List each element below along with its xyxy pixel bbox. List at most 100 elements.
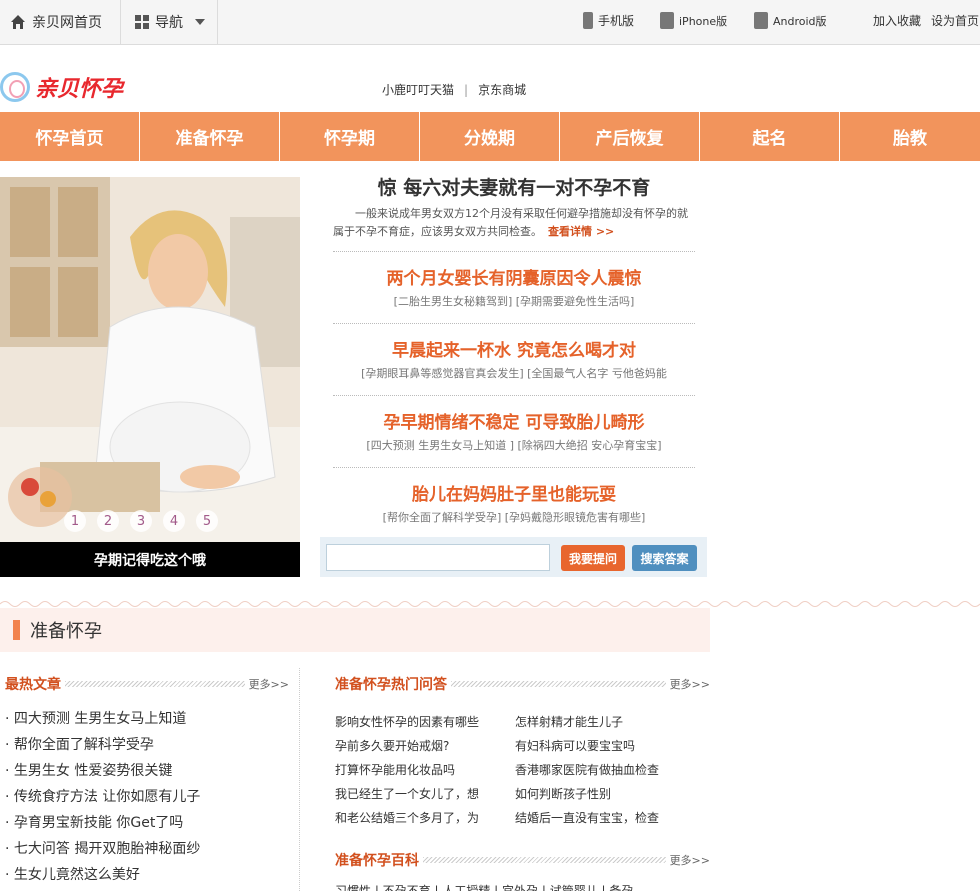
baike-more-link[interactable]: 更多>> [670, 852, 710, 868]
home-link-label: 亲贝网首页 [32, 15, 102, 31]
list-item-label: 生男生女 性爱姿势很关键 [13, 763, 173, 779]
nav-item-prenatal[interactable]: 胎教 [840, 112, 980, 161]
section-header: 准备怀孕 [0, 608, 710, 652]
news-sublinks[interactable]: [四大预测 生男生女马上知道 ] [除祸四大绝招 安心孕育宝宝] [333, 433, 695, 453]
header-rule [65, 681, 245, 687]
qa-link[interactable]: 香港哪家医院有做抽血检查 [515, 758, 710, 782]
hot-qa-more-link[interactable]: 更多>> [670, 676, 710, 692]
list-item[interactable]: · 孕育男宝新技能 你Get了吗 [0, 810, 299, 836]
list-item-label: 四大预测 生男生女马上知道 [13, 711, 187, 727]
hot-articles-title: 最热文章 [5, 677, 61, 693]
qa-link[interactable]: 影响女性怀孕的因素有哪些 [335, 710, 515, 734]
list-item[interactable]: · 七大问答 揭开双胞胎神秘面纱 [0, 836, 299, 862]
news-title[interactable]: 两个月女婴长有阴囊原因令人震惊 [333, 252, 695, 289]
baike-header: 准备怀孕百科 更多>> [335, 844, 710, 876]
nav-item-pregnancy-home[interactable]: 怀孕首页 [0, 112, 140, 161]
nav-item-pregnancy[interactable]: 怀孕期 [280, 112, 420, 161]
list-item[interactable]: · 四大预测 生男生女马上知道 [0, 706, 299, 732]
hot-articles: 最热文章 更多>> · 四大预测 生男生女马上知道 · 帮你全面了解科学受孕 ·… [0, 668, 300, 891]
news-title[interactable]: 胎儿在妈妈肚子里也能玩耍 [333, 468, 695, 505]
iphone-link[interactable]: iPhone版 [660, 12, 727, 29]
tmall-link[interactable]: 小鹿叮叮天猫 [382, 81, 454, 98]
slide-dot[interactable]: 1 [64, 510, 86, 532]
nav-item-postpartum[interactable]: 产后恢复 [560, 112, 700, 161]
list-item-label: 孕育男宝新技能 你Get了吗 [13, 815, 184, 831]
slide-dot[interactable]: 3 [130, 510, 152, 532]
baike-block: 准备怀孕百科 更多>> 习惯性 | 不孕不育 | 人工授精 | 宫外孕 | 试管… [335, 844, 710, 891]
apple-icon [660, 12, 674, 29]
news-sublinks[interactable]: [帮你全面了解科学受孕] [孕妈戴隐形眼镜危害有哪些] [333, 505, 695, 525]
qa-link[interactable]: 打算怀孕能用化妆品吗 [335, 758, 515, 782]
ask-question-button[interactable]: 我要提问 [561, 545, 625, 571]
news-sublinks[interactable]: [孕期眼耳鼻等感觉器官真会发生] [全国最气人名字 亏他爸妈能 [333, 361, 695, 381]
site-logo[interactable]: 亲贝怀孕 [0, 68, 150, 106]
lead-headline[interactable]: 惊 每六对夫妻就有一对不孕不育 [333, 177, 695, 203]
slide-image[interactable]: 1 2 3 4 5 [0, 177, 300, 542]
nav-item-delivery[interactable]: 分娩期 [420, 112, 560, 161]
headline-news: 惊 每六对夫妻就有一对不孕不育 一般来说成年男女双方12个月没有采取任何避孕措施… [333, 177, 695, 539]
logo-text: 亲贝怀孕 [35, 76, 124, 102]
qa-link[interactable]: 我已经生了一个女儿了，想 [335, 782, 515, 806]
android-link[interactable]: Android版 [754, 12, 827, 29]
qa-search-bar: 我要提问 搜索答案 [320, 537, 707, 577]
list-item-label: 帮你全面了解科学受孕 [13, 737, 154, 753]
news-item: 早晨起来一杯水 究竟怎么喝才对 [孕期眼耳鼻等感觉器官真会发生] [全国最气人名… [333, 324, 695, 395]
android-link-label: Android版 [773, 14, 827, 28]
qa-link[interactable]: 怎样射精才能生儿子 [515, 710, 710, 734]
chevron-down-icon [195, 19, 205, 25]
link-divider: | [464, 82, 469, 97]
news-item: 孕早期情绪不稳定 可导致胎儿畸形 [四大预测 生男生女马上知道 ] [除祸四大绝… [333, 396, 695, 467]
hot-articles-header: 最热文章 更多>> [0, 668, 299, 700]
lead-description: 一般来说成年男女双方12个月没有采取任何避孕措施却没有怀孕的就属于不孕不育症，应… [333, 203, 695, 251]
home-icon [11, 15, 25, 29]
top-bar: 亲贝网首页 导航 手机版 iPhone版 Android版 加入收藏 设为首页 [0, 0, 980, 45]
slideshow: 1 2 3 4 5 孕期记得吃这个哦 [0, 177, 300, 577]
header-links: 小鹿叮叮天猫 | 京东商城 [382, 81, 526, 98]
hot-qa-title: 准备怀孕热门问答 [335, 677, 447, 693]
pregnant-woman-cooking-illustration [0, 177, 300, 542]
news-item: 胎儿在妈妈肚子里也能玩耍 [帮你全面了解科学受孕] [孕妈戴隐形眼镜危害有哪些] [333, 468, 695, 539]
slide-dot[interactable]: 2 [97, 510, 119, 532]
hot-qa-header: 准备怀孕热门问答 更多>> [335, 668, 710, 700]
jd-link[interactable]: 京东商城 [478, 81, 526, 98]
mobile-link[interactable]: 手机版 [583, 12, 634, 29]
set-homepage-link[interactable]: 设为首页 [931, 12, 979, 29]
logo-icon [0, 72, 30, 102]
qa-link[interactable]: 孕前多久要开始戒烟? [335, 734, 515, 758]
slide-dot[interactable]: 5 [196, 510, 218, 532]
nav-dropdown[interactable]: 导航 [121, 0, 218, 44]
qa-link[interactable]: 如何判断孩子性别 [515, 782, 710, 806]
lead-description-text: 一般来说成年男女双方12个月没有采取任何避孕措施却没有怀孕的就属于不孕不育症，应… [333, 207, 688, 238]
baike-links[interactable]: 习惯性 | 不孕不育 | 人工授精 | 宫外孕 | 试管婴儿 | 备孕 [335, 882, 710, 891]
phone-icon [583, 12, 593, 29]
qa-link[interactable]: 结婚后一直没有宝宝，检查 [515, 806, 710, 830]
list-item-label: 七大问答 揭开双胞胎神秘面纱 [13, 841, 201, 857]
nav-item-prepare[interactable]: 准备怀孕 [140, 112, 280, 161]
list-item[interactable]: · 生女儿竟然这么美好 [0, 862, 299, 888]
hot-qa: 准备怀孕热门问答 更多>> 影响女性怀孕的因素有哪些 怎样射精才能生儿子 孕前多… [335, 668, 710, 891]
slide-caption[interactable]: 孕期记得吃这个哦 [0, 542, 300, 577]
search-input[interactable] [326, 544, 550, 571]
iphone-link-label: iPhone版 [679, 14, 728, 28]
home-link[interactable]: 亲贝网首页 [0, 0, 121, 44]
list-item[interactable]: · 传统食疗方法 让你如愿有儿子 [0, 784, 299, 810]
qa-link[interactable]: 有妇科病可以要宝宝吗 [515, 734, 710, 758]
slide-dot[interactable]: 4 [163, 510, 185, 532]
search-answer-button[interactable]: 搜索答案 [632, 545, 697, 571]
add-favorite-link[interactable]: 加入收藏 [873, 12, 921, 29]
hot-articles-more-link[interactable]: 更多>> [249, 676, 289, 692]
qa-link[interactable]: 和老公结婚三个多月了，为 [335, 806, 515, 830]
list-item-label: 生女儿竟然这么美好 [13, 867, 140, 883]
list-item-label: 传统食疗方法 让你如愿有儿子 [13, 789, 201, 805]
news-title[interactable]: 早晨起来一杯水 究竟怎么喝才对 [333, 324, 695, 361]
news-sublinks[interactable]: [二胎生男生女秘籍驾到] [孕期需要避免性生活吗] [333, 289, 695, 309]
nav-item-naming[interactable]: 起名 [700, 112, 840, 161]
news-title[interactable]: 孕早期情绪不稳定 可导致胎儿畸形 [333, 396, 695, 433]
mobile-link-label: 手机版 [598, 14, 635, 28]
list-item[interactable]: · 生男生女 性爱姿势很关键 [0, 758, 299, 784]
hot-qa-list: 影响女性怀孕的因素有哪些 怎样射精才能生儿子 孕前多久要开始戒烟? 有妇科病可以… [335, 710, 710, 830]
list-item[interactable]: · 帮你全面了解科学受孕 [0, 732, 299, 758]
hot-articles-list: · 四大预测 生男生女马上知道 · 帮你全面了解科学受孕 · 生男生女 性爱姿势… [0, 706, 299, 888]
read-more-link[interactable]: 查看详情 >> [548, 225, 614, 238]
grid-icon [135, 15, 149, 29]
